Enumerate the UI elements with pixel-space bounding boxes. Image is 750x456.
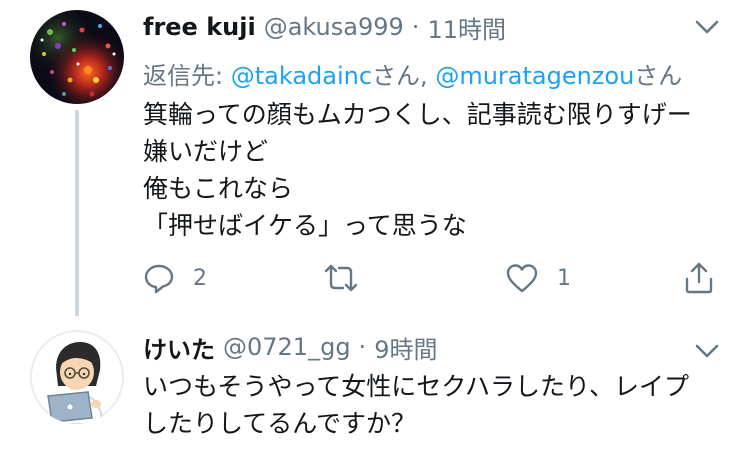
reply-button[interactable]: 2 [143,258,207,298]
timestamp[interactable]: 11時間 [427,10,506,45]
tweet[interactable]: けいた @0721_gg · 9時間 いつもそうやって女性にセクハラしたり、レイ… [0,320,750,456]
reply-to-line: 返信先: @takadaincさん, @muratagenzouさん [143,56,682,91]
user-handle[interactable]: @0721_gg [223,333,351,361]
tweet-text: 箕輪っての顔もムカつくし、記事読む限りすげー 嫌いだけど 俺もこれなら 「押せば… [143,96,692,244]
tweet-text-line: 嫌いだけど [143,137,269,166]
separator: · [411,13,420,41]
reply-to-suffix: さん [634,62,683,90]
tweet-text-line: 俺もこれなら [143,174,294,203]
tweet-text-line: 「押せばイケる」って思うな [143,211,467,240]
chevron-down-icon[interactable] [694,16,720,38]
heart-icon [506,264,538,293]
chevron-down-icon[interactable] [694,340,720,362]
tweet-text-line: したりしてるんですか？ [143,409,417,438]
retweet-button[interactable] [323,258,377,298]
tweet-text-line: いつもそうやって女性にセクハラしたり、レイプ [143,372,690,401]
like-count: 1 [557,265,571,291]
share-button[interactable] [683,258,715,298]
reply-to-suffix: さん, [372,62,436,90]
thread-line [75,110,79,316]
user-handle[interactable]: @akusa999 [264,13,404,41]
mention-link[interactable]: @muratagenzou [435,62,634,90]
reply-to-prefix: 返信先: [143,62,231,90]
retweet-icon [324,264,358,292]
reply-count: 2 [193,265,207,291]
display-name[interactable]: free kuji [143,13,256,41]
reply-icon [144,264,174,294]
tweet-text-line: 箕輪っての顔もムカつくし、記事読む限りすげー [143,100,692,129]
avatar[interactable] [30,330,124,424]
tweet-header: free kuji @akusa999 · 11時間 [143,10,506,44]
display-name[interactable]: けいた [143,330,215,365]
share-icon [685,262,713,294]
tweet-actions: 2 1 [143,258,723,298]
tweet-header: けいた @0721_gg · 9時間 [143,330,437,364]
starry-photo-avatar-icon [30,10,124,104]
separator: · [358,333,367,361]
tweet[interactable]: free kuji @akusa999 · 11時間 返信先: @takadai… [0,0,750,320]
timestamp[interactable]: 9時間 [374,330,437,365]
person-with-laptop-avatar-icon [30,330,124,424]
like-button[interactable]: 1 [505,258,571,298]
mention-link[interactable]: @takadainc [231,62,372,90]
tweet-text: いつもそうやって女性にセクハラしたり、レイプ したりしてるんですか？ [143,368,689,442]
avatar[interactable] [30,10,124,104]
